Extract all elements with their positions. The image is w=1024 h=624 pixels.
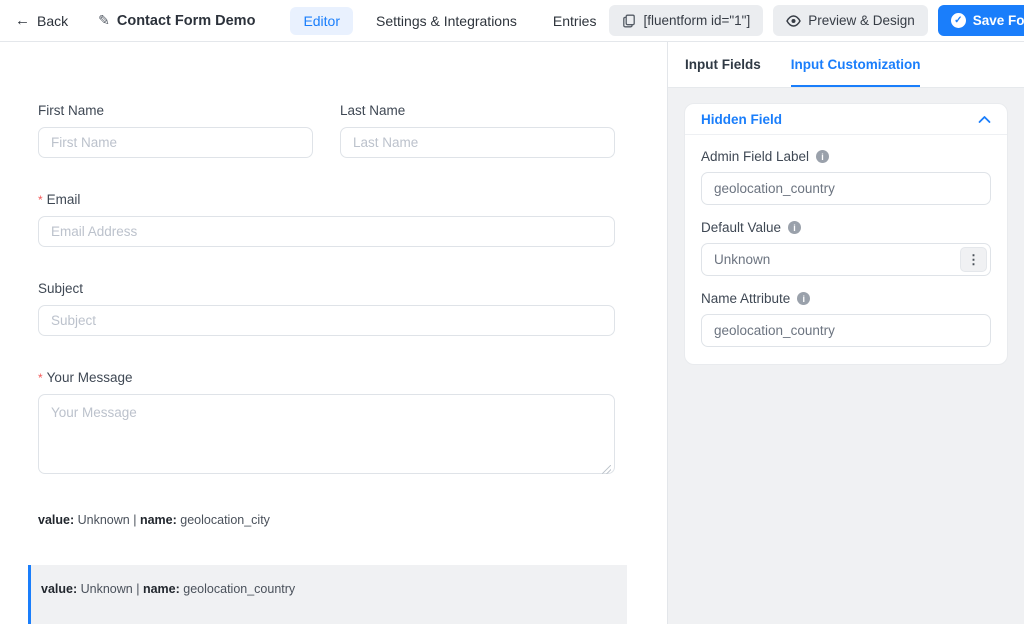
back-label: Back: [37, 13, 68, 29]
edit-pencil-icon: ✎: [98, 12, 110, 29]
tab-editor[interactable]: Editor: [290, 7, 353, 35]
name-attribute-label: Name Attribute i: [701, 291, 991, 306]
form-title-label: Contact Form Demo: [117, 13, 256, 29]
shortcode-button[interactable]: [fluentform id="1"]: [609, 5, 763, 36]
eye-icon: [786, 15, 801, 27]
app-window: ← Back ✎ Contact Form Demo Editor Settin…: [0, 0, 1024, 624]
sidebar: Input Fields Input Customization Hidden …: [667, 42, 1024, 624]
back-arrow-icon: ←: [15, 13, 30, 28]
tab-input-customization[interactable]: Input Customization: [791, 42, 921, 87]
field-your-message[interactable]: *Your Message: [38, 370, 615, 479]
your-message-textarea[interactable]: [38, 394, 615, 474]
check-circle-icon: ✓: [951, 13, 966, 28]
hidden-field-geolocation-country[interactable]: value: Unknown | name: geolocation_count…: [28, 565, 627, 624]
tab-input-fields[interactable]: Input Fields: [685, 42, 761, 87]
name-attribute-input[interactable]: [701, 314, 991, 347]
preview-design-label: Preview & Design: [808, 13, 915, 28]
required-asterisk: *: [38, 371, 43, 385]
default-value-group: Default Value i ⋮: [701, 220, 991, 276]
default-value-label: Default Value i: [701, 220, 991, 235]
topbar-tabs: Editor Settings & Integrations Entries: [290, 7, 609, 35]
hidden-field-panel-header[interactable]: Hidden Field: [685, 104, 1007, 135]
subject-label: Subject: [38, 281, 615, 296]
last-name-label: Last Name: [340, 103, 615, 118]
main-area: First Name Last Name *Email: [0, 42, 1024, 624]
subject-input[interactable]: [38, 305, 615, 336]
hidden-field-panel: Hidden Field Admin Field Label i: [684, 103, 1008, 365]
sidebar-tabs: Input Fields Input Customization: [668, 42, 1024, 88]
first-name-label: First Name: [38, 103, 313, 118]
default-value-menu-button[interactable]: ⋮: [960, 247, 987, 272]
your-message-label: *Your Message: [38, 370, 615, 385]
admin-field-label-input[interactable]: [701, 172, 991, 205]
topbar-actions: [fluentform id="1"] Preview & Design ✓ S…: [609, 5, 1024, 36]
hidden-field-panel-body: Admin Field Label i Default Value i: [685, 135, 1007, 364]
preview-design-button[interactable]: Preview & Design: [773, 5, 928, 36]
email-label: *Email: [38, 192, 615, 207]
default-value-input[interactable]: [701, 243, 991, 276]
save-form-button[interactable]: ✓ Save Form: [938, 5, 1024, 36]
first-name-input[interactable]: [38, 127, 313, 158]
resize-handle-icon[interactable]: [602, 465, 611, 474]
form-canvas: First Name Last Name *Email: [0, 42, 667, 624]
info-icon[interactable]: i: [788, 221, 801, 234]
form-fields: First Name Last Name *Email: [38, 103, 615, 624]
last-name-input[interactable]: [340, 127, 615, 158]
admin-field-label: Admin Field Label i: [701, 149, 991, 164]
info-icon[interactable]: i: [797, 292, 810, 305]
field-last-name[interactable]: Last Name: [340, 103, 615, 158]
shortcode-label: [fluentform id="1"]: [643, 13, 750, 28]
email-input[interactable]: [38, 216, 615, 247]
back-button[interactable]: ← Back: [0, 0, 83, 41]
save-form-label: Save Form: [973, 13, 1024, 28]
name-attribute-group: Name Attribute i: [701, 291, 991, 347]
tab-entries[interactable]: Entries: [540, 7, 610, 35]
copy-icon: [622, 14, 636, 28]
field-subject[interactable]: Subject: [38, 281, 615, 336]
required-asterisk: *: [38, 193, 43, 207]
tab-settings-integrations[interactable]: Settings & Integrations: [363, 7, 530, 35]
admin-field-label-group: Admin Field Label i: [701, 149, 991, 205]
field-first-name[interactable]: First Name: [38, 103, 313, 158]
form-title[interactable]: ✎ Contact Form Demo: [83, 0, 270, 41]
panel-title: Hidden Field: [701, 112, 782, 127]
hidden-field-geolocation-city[interactable]: value: Unknown | name: geolocation_city: [38, 513, 615, 527]
info-icon[interactable]: i: [816, 150, 829, 163]
topbar: ← Back ✎ Contact Form Demo Editor Settin…: [0, 0, 1024, 42]
chevron-up-icon[interactable]: [978, 115, 991, 124]
field-email[interactable]: *Email: [38, 192, 615, 247]
